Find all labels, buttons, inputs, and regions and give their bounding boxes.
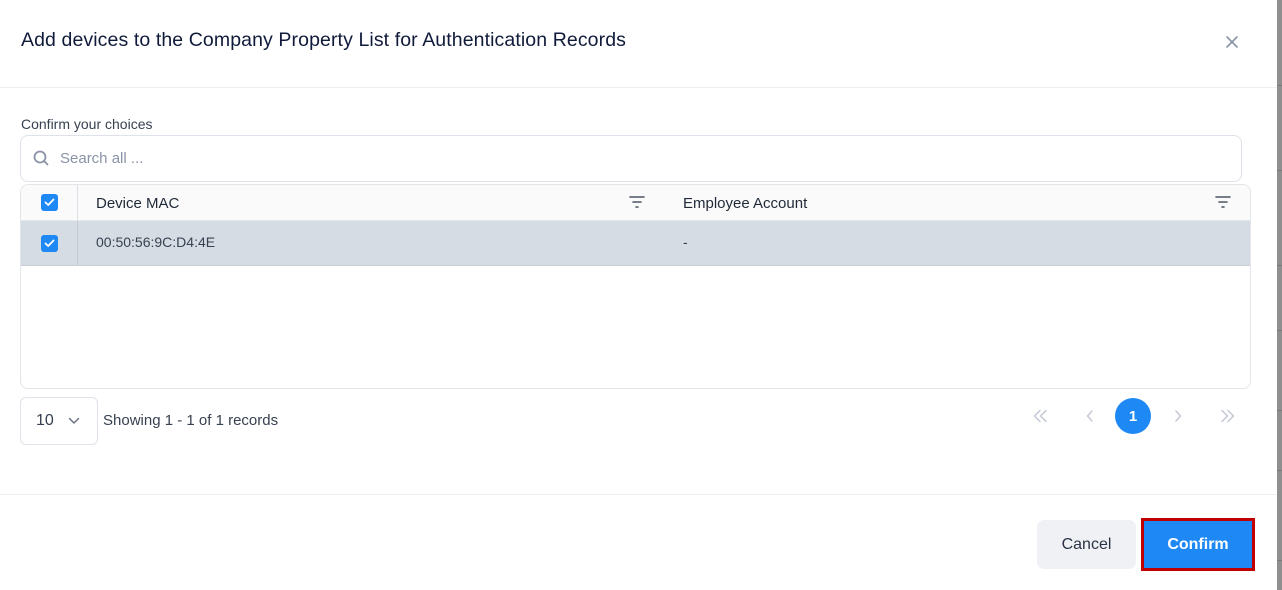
search-icon bbox=[33, 150, 50, 167]
background-divider bbox=[1277, 330, 1282, 331]
check-icon bbox=[44, 239, 54, 247]
search-input[interactable] bbox=[58, 149, 1162, 168]
background-divider bbox=[1277, 265, 1282, 266]
chevron-right-icon bbox=[1175, 410, 1182, 422]
page-size-value: 10 bbox=[36, 412, 54, 429]
page-size-select[interactable]: 10 bbox=[20, 397, 98, 445]
select-all-cell bbox=[21, 185, 78, 220]
row-checkbox[interactable] bbox=[40, 234, 58, 252]
filter-icon[interactable] bbox=[629, 195, 645, 209]
chevron-left-icon bbox=[1086, 410, 1093, 422]
section-label: Confirm your choices bbox=[21, 116, 153, 132]
dialog-title: Add devices to the Company Property List… bbox=[21, 29, 627, 51]
cancel-button[interactable]: Cancel bbox=[1037, 520, 1136, 569]
records-summary: Showing 1 - 1 of 1 records bbox=[103, 412, 279, 429]
background-divider bbox=[1277, 410, 1282, 411]
close-icon bbox=[1226, 36, 1238, 48]
add-devices-dialog: Add devices to the Company Property List… bbox=[0, 0, 1277, 590]
footer-divider bbox=[0, 494, 1277, 495]
last-page-button[interactable] bbox=[1210, 398, 1246, 434]
double-chevron-left-icon bbox=[1033, 409, 1047, 423]
table-header: Device MAC Employee Account bbox=[21, 185, 1250, 221]
close-button[interactable] bbox=[1220, 30, 1244, 54]
page-1-button[interactable]: 1 bbox=[1115, 398, 1151, 434]
double-chevron-right-icon bbox=[1221, 409, 1235, 423]
first-page-button[interactable] bbox=[1022, 398, 1058, 434]
next-page-button[interactable] bbox=[1160, 398, 1196, 434]
confirm-button[interactable]: Confirm bbox=[1141, 518, 1255, 571]
select-all-checkbox[interactable] bbox=[40, 194, 58, 211]
table-row[interactable]: 00:50:56:9C:D4:4E - bbox=[21, 221, 1250, 266]
dialog-header: Add devices to the Company Property List… bbox=[0, 0, 1277, 88]
filter-icon[interactable] bbox=[1215, 195, 1231, 209]
column-header-device-mac[interactable]: Device MAC bbox=[96, 195, 179, 212]
search-box[interactable] bbox=[20, 135, 1242, 182]
employee-account-cell: - bbox=[683, 234, 688, 250]
devices-table: Device MAC Employee Account 00:50:56:9C:… bbox=[20, 184, 1251, 389]
background-divider bbox=[1277, 85, 1282, 86]
column-header-employee-account[interactable]: Employee Account bbox=[683, 195, 807, 212]
prev-page-button[interactable] bbox=[1072, 398, 1108, 434]
chevron-down-icon bbox=[68, 417, 80, 425]
check-icon bbox=[44, 198, 54, 206]
background-divider bbox=[1277, 560, 1282, 561]
row-select-cell bbox=[21, 221, 78, 265]
background-page bbox=[1277, 0, 1282, 590]
device-mac-cell: 00:50:56:9C:D4:4E bbox=[96, 234, 216, 250]
background-divider bbox=[1277, 470, 1282, 471]
background-divider bbox=[1277, 170, 1282, 171]
